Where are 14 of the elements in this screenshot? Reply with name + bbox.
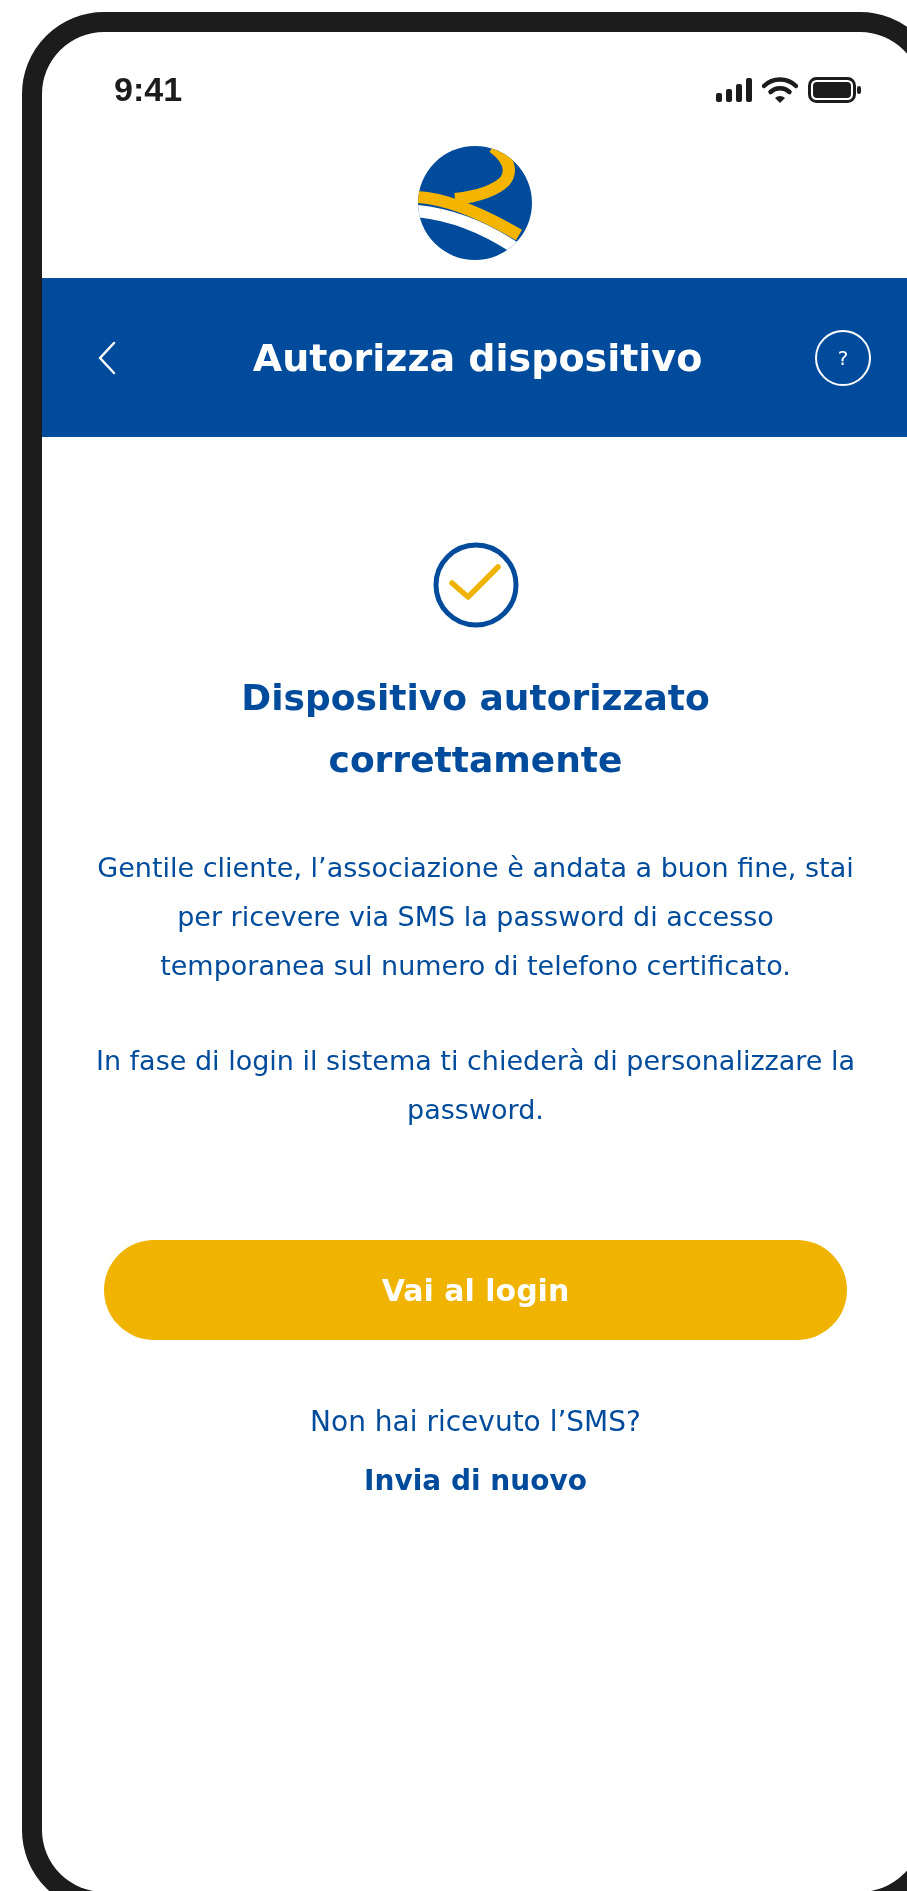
check-circle-icon (431, 541, 520, 629)
header-title: Autorizza dispositivo (251, 335, 703, 380)
resend-link[interactable]: Invia di nuovo (364, 1464, 587, 1497)
logo-icon (417, 145, 533, 261)
info-paragraph: Gentile cliente, l’associazione è andata a buon fine, stai per ricevere via SMS la password di accesso temporanea sul numero di telefono certificato. (96, 851, 855, 983)
info-paragraph: In fase di login il sistema ti chiederà di personalizzare la password. (95, 1044, 856, 1127)
status-time: 9:41 (114, 70, 183, 109)
help-button[interactable]: ? (815, 329, 871, 386)
battery-icon (808, 76, 862, 103)
resend-prompt: Non hai ricevuto l’SMS? (310, 1405, 641, 1438)
back-icon[interactable] (96, 339, 118, 376)
result-title: Dispositivo autorizzato correttamente (240, 676, 711, 782)
signal-icon (716, 77, 752, 102)
wifi-icon (762, 76, 798, 103)
